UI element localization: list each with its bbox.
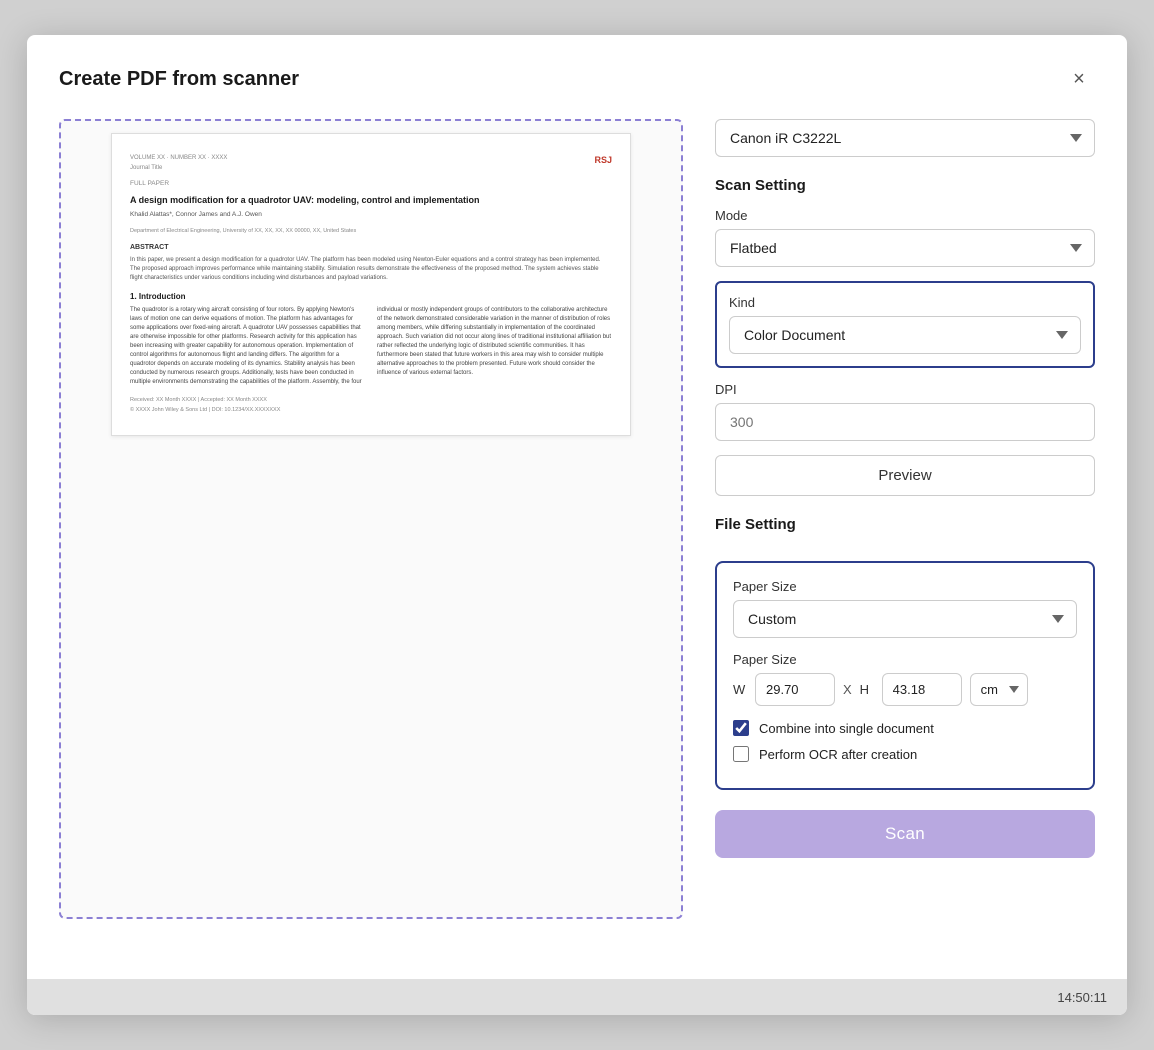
preview-button[interactable]: Preview	[715, 455, 1095, 496]
ocr-checkbox-row: Perform OCR after creation	[733, 746, 1077, 762]
paper-size-field-group: Paper Size Custom A4 A3 Letter Legal	[733, 579, 1077, 638]
doc-title: A design modification for a quadrotor UA…	[130, 194, 612, 207]
scanner-dropdown-row: Canon iR C3222L	[715, 119, 1095, 157]
doc-body-text: The quadrotor is a rotary wing aircraft …	[130, 306, 612, 387]
time-display: 14:50:11	[1057, 990, 1107, 1005]
kind-label: Kind	[729, 295, 1081, 310]
combine-checkbox[interactable]	[733, 720, 749, 736]
paper-size-dim-row: W X H cm in mm	[733, 673, 1077, 706]
dialog-body: VOLUME XX · NUMBER XX · XXXX Journal Tit…	[59, 119, 1095, 919]
document-preview: VOLUME XX · NUMBER XX · XXXX Journal Tit…	[111, 133, 631, 436]
height-label: H	[860, 682, 874, 697]
doc-abstract-text: In this paper, we present a design modif…	[130, 256, 612, 283]
paper-size-label: Paper Size	[733, 579, 1077, 594]
file-setting-label-group: File Setting	[715, 516, 1095, 547]
mode-label: Mode	[715, 208, 1095, 223]
dpi-label: DPI	[715, 382, 1095, 397]
width-label: W	[733, 682, 747, 697]
dialog-title: Create PDF from scanner	[59, 68, 299, 91]
kind-box: Kind Color Document Black & White Docume…	[715, 281, 1095, 368]
scanner-select[interactable]: Canon iR C3222L	[715, 119, 1095, 157]
preview-area: VOLUME XX · NUMBER XX · XXXX Journal Tit…	[59, 119, 683, 919]
dpi-input[interactable]	[715, 403, 1095, 441]
dialog-overlay: Create PDF from scanner × VOLUME XX · NU…	[0, 0, 1154, 1050]
doc-logo: RSJ	[594, 154, 612, 167]
kind-field-group: Kind Color Document Black & White Docume…	[729, 295, 1081, 354]
file-setting-label: File Setting	[715, 516, 1095, 533]
combine-label: Combine into single document	[759, 721, 934, 736]
combine-checkbox-row: Combine into single document	[733, 720, 1077, 736]
doc-abstract-label: ABSTRACT	[130, 243, 612, 253]
dialog-header: Create PDF from scanner ×	[59, 63, 1095, 95]
width-input[interactable]	[755, 673, 835, 706]
bottom-bar: 14:50:11	[27, 979, 1127, 1015]
kind-select[interactable]: Color Document Black & White Document Gr…	[729, 316, 1081, 354]
ocr-label: Perform OCR after creation	[759, 747, 917, 762]
paper-size-dim-label: Paper Size	[733, 652, 1077, 667]
scan-setting-section: Scan Setting Mode Flatbed ADF ADF Duplex	[715, 177, 1095, 516]
ocr-checkbox[interactable]	[733, 746, 749, 762]
paper-size-select[interactable]: Custom A4 A3 Letter Legal	[733, 600, 1077, 638]
x-separator: X	[843, 682, 852, 697]
mode-field-group: Mode Flatbed ADF ADF Duplex	[715, 208, 1095, 267]
doc-authors: Khalid Alattas*, Connor James and A.J. O…	[130, 210, 612, 219]
file-setting-section: Paper Size Custom A4 A3 Letter Legal Pap…	[715, 561, 1095, 790]
height-input[interactable]	[882, 673, 962, 706]
doc-section-title: 1. Introduction	[130, 291, 612, 302]
mode-select[interactable]: Flatbed ADF ADF Duplex	[715, 229, 1095, 267]
unit-select[interactable]: cm in mm	[970, 673, 1028, 706]
paper-size-dim-group: Paper Size W X H cm in mm	[733, 652, 1077, 706]
scan-button[interactable]: Scan	[715, 810, 1095, 858]
create-pdf-dialog: Create PDF from scanner × VOLUME XX · NU…	[27, 35, 1127, 1015]
settings-panel: Canon iR C3222L Scan Setting Mode Flatbe…	[715, 119, 1095, 919]
close-button[interactable]: ×	[1063, 63, 1095, 95]
scan-setting-label: Scan Setting	[715, 177, 1095, 194]
dpi-field-group: DPI	[715, 382, 1095, 441]
